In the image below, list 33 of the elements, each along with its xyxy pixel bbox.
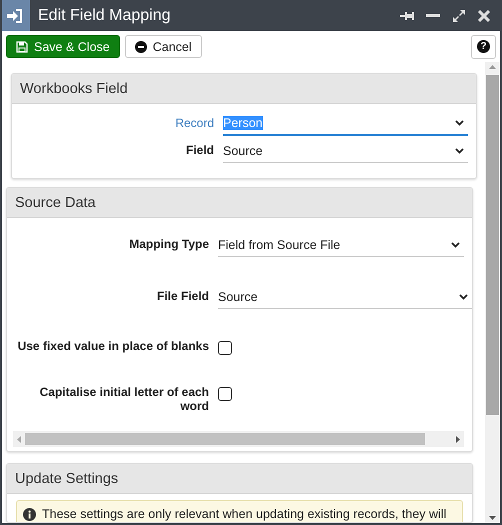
select-field[interactable]: Source — [223, 139, 468, 163]
checkbox-label: Use fixed value in place of blanks — [17, 338, 209, 353]
panel-title: Source Data — [7, 188, 472, 218]
chevron-down-icon — [455, 120, 464, 126]
cancel-button[interactable]: Cancel — [124, 35, 202, 58]
panel-title: Update Settings — [7, 464, 472, 494]
vertical-scrollbar[interactable] — [485, 62, 500, 523]
minus-circle-icon — [134, 40, 147, 52]
checkbox-label: Capitalise initial letter of each word — [38, 384, 209, 413]
field-label: Field — [184, 142, 214, 157]
select-field[interactable]: Field from Source File — [218, 233, 464, 257]
save-close-button[interactable]: Save & Close — [6, 35, 120, 58]
scroll-down-icon[interactable] — [489, 516, 496, 520]
notice-text: These settings are only relevant when updating existing records, they will — [42, 507, 446, 521]
select-field[interactable]: Source — [218, 285, 472, 309]
close-icon[interactable] — [478, 10, 490, 22]
maximize-icon[interactable] — [452, 8, 466, 22]
checkbox[interactable] — [218, 387, 232, 401]
field-label: Record — [174, 115, 214, 130]
minimize-icon[interactable] — [426, 14, 440, 18]
checkbox[interactable] — [218, 341, 232, 355]
chevron-down-icon — [455, 148, 464, 154]
help-button[interactable]: ? — [471, 34, 496, 58]
panel-title: Workbooks Field — [12, 74, 476, 104]
chevron-down-icon — [451, 242, 460, 248]
window-title: Edit Field Mapping — [38, 6, 172, 24]
scroll-right-icon[interactable] — [456, 436, 460, 442]
save-icon — [16, 40, 28, 52]
field-label: Mapping Type — [128, 236, 209, 251]
field-label: File Field — [156, 288, 209, 303]
pin-icon[interactable] — [400, 10, 414, 20]
horizontal-scrollbar[interactable] — [13, 431, 464, 447]
chevron-down-icon — [459, 294, 468, 300]
